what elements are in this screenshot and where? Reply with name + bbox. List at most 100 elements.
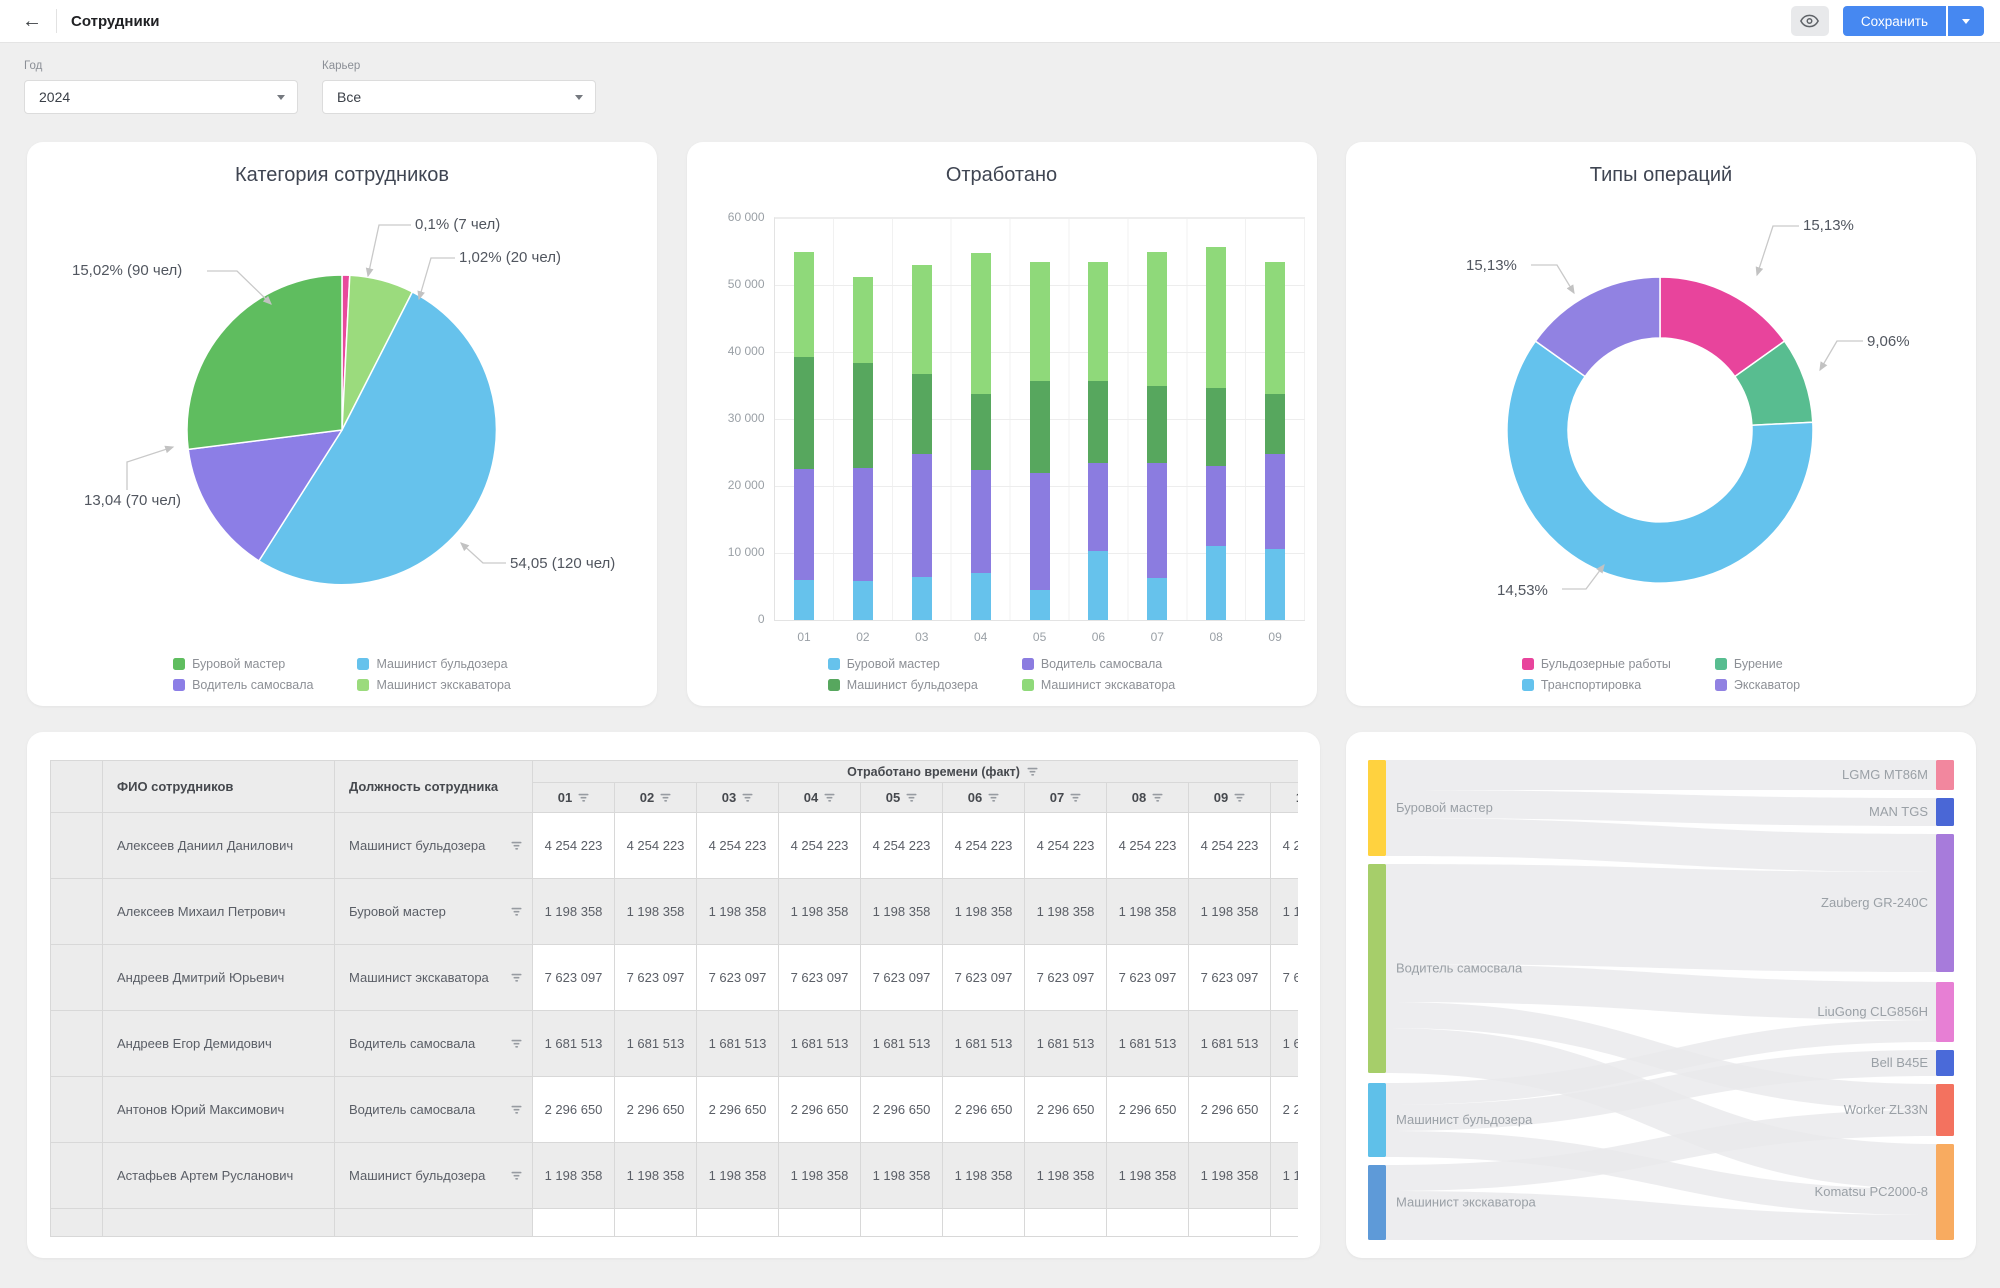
save-dropdown-button[interactable] [1948, 6, 1984, 36]
filter-icon[interactable] [1152, 793, 1163, 803]
filter-icon[interactable] [1027, 767, 1038, 777]
bar-segment[interactable] [912, 265, 932, 374]
bar-segment[interactable] [794, 580, 814, 620]
bar-segment[interactable] [1147, 386, 1167, 464]
sankey-node-right[interactable] [1936, 1050, 1954, 1076]
bar-segment[interactable] [912, 577, 932, 621]
bar-segment[interactable] [1206, 247, 1226, 388]
preview-button[interactable] [1791, 6, 1829, 36]
pie-slice[interactable] [187, 275, 342, 449]
filter-icon[interactable] [578, 793, 589, 803]
save-button[interactable]: Сохранить [1843, 6, 1946, 36]
year-select[interactable]: 2024 [24, 80, 298, 114]
quarry-select[interactable]: Все [322, 80, 596, 114]
sankey-link[interactable] [1386, 818, 1936, 872]
bar-segment[interactable] [1030, 262, 1050, 381]
filter-icon[interactable] [511, 973, 522, 983]
column-header-fio[interactable]: ФИО сотрудников [103, 761, 335, 813]
legend-item[interactable]: Машинист экскаватора [357, 678, 510, 692]
filter-icon[interactable] [1234, 793, 1245, 803]
legend-item[interactable]: Буровой мастер [173, 657, 313, 671]
column-header-position[interactable]: Должность сотрудника [335, 761, 533, 813]
filter-icon[interactable] [511, 1171, 522, 1181]
sankey-node-right[interactable] [1936, 760, 1954, 790]
legend-label: Водитель самосвала [1041, 657, 1162, 671]
bar-segment[interactable] [853, 468, 873, 581]
legend-item[interactable]: Машинист бульдозера [828, 678, 978, 692]
legend-item[interactable]: Машинист экскаватора [1022, 678, 1175, 692]
bar-segment[interactable] [1088, 381, 1108, 463]
table-scroll-area[interactable]: ФИО сотрудниковДолжность сотрудникаОтраб… [50, 760, 1298, 1252]
bar-segment[interactable] [1147, 252, 1167, 385]
sankey-node-right[interactable] [1936, 798, 1954, 826]
bar-segment[interactable] [794, 357, 814, 469]
bar-segment[interactable] [912, 454, 932, 577]
column-header-month-05[interactable]: 05 [861, 783, 943, 813]
bar-segment[interactable] [971, 394, 991, 470]
bar-segment[interactable] [1088, 262, 1108, 381]
filter-icon[interactable] [511, 907, 522, 917]
bar-segment[interactable] [912, 374, 932, 454]
bar-segment[interactable] [853, 277, 873, 363]
bar-segment[interactable] [1206, 546, 1226, 620]
legend-item[interactable]: Водитель самосвала [173, 678, 313, 692]
filter-icon[interactable] [742, 793, 753, 803]
sankey-node-left[interactable] [1368, 760, 1386, 856]
filter-icon[interactable] [511, 1105, 522, 1115]
bar-segment[interactable] [853, 581, 873, 620]
sankey-node-right[interactable] [1936, 1144, 1954, 1240]
bar-segment[interactable] [794, 252, 814, 358]
column-header-month-09[interactable]: 09 [1189, 783, 1271, 813]
bar-segment[interactable] [1030, 590, 1050, 620]
bar-segment[interactable] [853, 363, 873, 468]
bar-segment[interactable] [1265, 549, 1285, 620]
sankey-link[interactable] [1386, 864, 1936, 972]
legend-item[interactable]: Бурение [1715, 657, 1800, 671]
bar-segment[interactable] [1147, 578, 1167, 620]
filter-icon[interactable] [1070, 793, 1081, 803]
sankey-node-left[interactable] [1368, 1083, 1386, 1157]
bar-segment[interactable] [1206, 466, 1226, 546]
back-button[interactable]: ← [14, 9, 50, 33]
column-header-month-04[interactable]: 04 [779, 783, 861, 813]
legend-item[interactable]: Бульдозерные работы [1522, 657, 1671, 671]
bar-segment[interactable] [1088, 551, 1108, 620]
column-header-month-03[interactable]: 03 [697, 783, 779, 813]
bar-segment[interactable] [971, 573, 991, 620]
bar-segment[interactable] [971, 470, 991, 573]
filter-icon[interactable] [906, 793, 917, 803]
sankey-node-left[interactable] [1368, 1165, 1386, 1240]
filter-icon[interactable] [824, 793, 835, 803]
sankey-node-right[interactable] [1936, 982, 1954, 1042]
bar-segment[interactable] [1206, 388, 1226, 466]
column-header-month-02[interactable]: 02 [615, 783, 697, 813]
bar-segment[interactable] [1265, 454, 1285, 549]
bar-segment[interactable] [1030, 381, 1050, 474]
legend-item[interactable]: Экскаватор [1715, 678, 1800, 692]
bar-segment[interactable] [971, 253, 991, 394]
column-header-month-01[interactable]: 01 [533, 783, 615, 813]
column-header-month-07[interactable]: 07 [1025, 783, 1107, 813]
legend-item[interactable]: Водитель самосвала [1022, 657, 1175, 671]
donut-callout: 15,13% [1466, 257, 1517, 274]
bar-segment[interactable] [1147, 463, 1167, 578]
filter-icon[interactable] [511, 1039, 522, 1049]
column-header-month-10[interactable]: 10 [1271, 783, 1299, 813]
bar-segment[interactable] [1265, 262, 1285, 394]
filter-icon[interactable] [988, 793, 999, 803]
sankey-node-right[interactable] [1936, 1084, 1954, 1136]
legend-item[interactable]: Машинист бульдозера [357, 657, 510, 671]
filter-icon[interactable] [660, 793, 671, 803]
legend-item[interactable]: Транспортировка [1522, 678, 1671, 692]
bar-segment[interactable] [1030, 473, 1050, 590]
sankey-node-left[interactable] [1368, 864, 1386, 1073]
filter-icon[interactable] [511, 841, 522, 851]
column-header-month-06[interactable]: 06 [943, 783, 1025, 813]
bar-segment[interactable] [1265, 394, 1285, 454]
column-header-month-08[interactable]: 08 [1107, 783, 1189, 813]
legend-item[interactable]: Буровой мастер [828, 657, 978, 671]
bar-segment[interactable] [1088, 463, 1108, 551]
column-group-header[interactable]: Отработано времени (факт) [533, 761, 1299, 783]
bar-segment[interactable] [794, 469, 814, 580]
sankey-node-right[interactable] [1936, 834, 1954, 972]
